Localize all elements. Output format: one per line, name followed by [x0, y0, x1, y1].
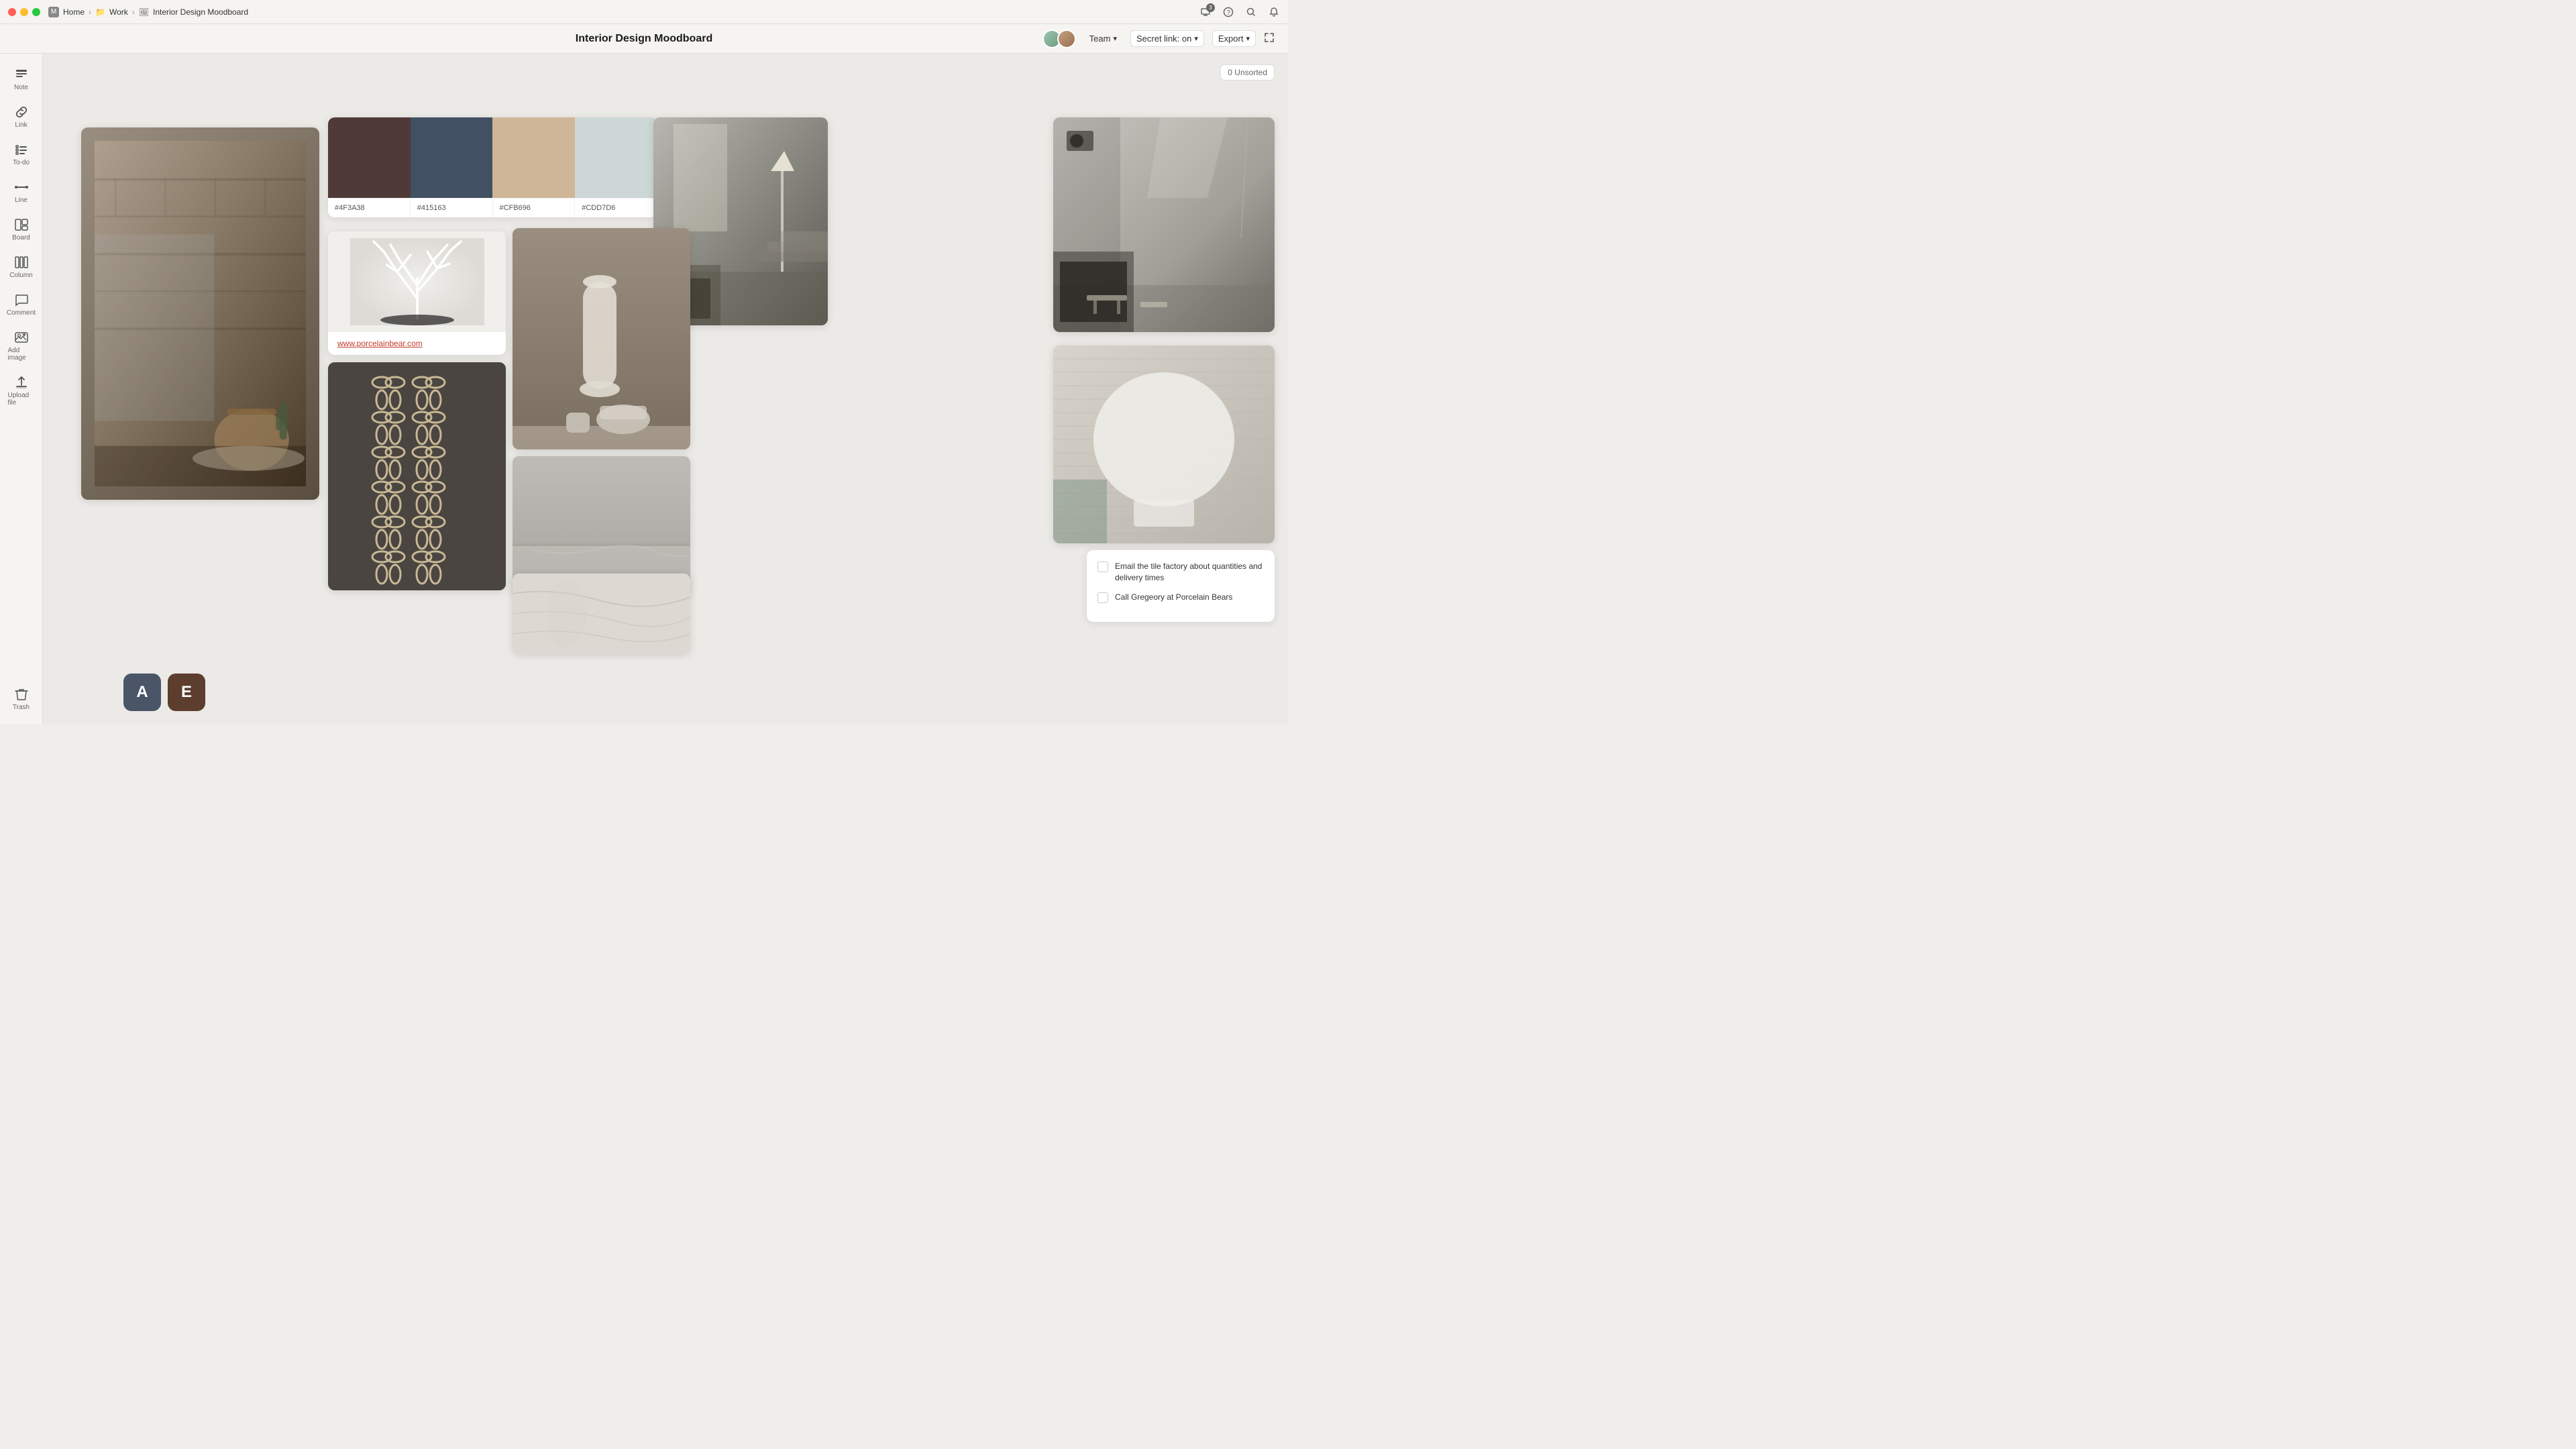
sidebar-label-link: Link [15, 121, 27, 129]
sidebar-label-note: Note [14, 84, 28, 91]
link-icon [14, 105, 29, 119]
screen-icon[interactable]: 3 [1199, 6, 1212, 18]
art-image [328, 231, 506, 332]
close-button[interactable] [8, 8, 16, 16]
palette-swatches [328, 117, 657, 198]
traffic-lights [8, 8, 40, 16]
note-icon [14, 67, 29, 82]
sidebar-label-add-image: Add image [8, 347, 35, 362]
vase-photo [513, 228, 690, 449]
stone-wall-photo [81, 127, 319, 500]
main-layout: Note Link To-do [0, 54, 1288, 724]
sidebar-item-note[interactable]: Note [4, 62, 39, 97]
sidebar-item-column[interactable]: Column [4, 250, 39, 284]
add-image-icon [14, 330, 29, 345]
large-concrete-photo [1053, 117, 1275, 332]
sidebar-item-board[interactable]: Board [4, 212, 39, 247]
sidebar-item-link[interactable]: Link [4, 99, 39, 134]
titlebar-actions: 3 ? [1199, 6, 1280, 18]
bell-icon[interactable] [1268, 6, 1280, 18]
sidebar-item-line[interactable]: Line [4, 174, 39, 209]
sidebar-item-comment[interactable]: Comment [4, 287, 39, 322]
topbar: Interior Design Moodboard Team ▾ Secret … [0, 24, 1288, 54]
sidebar-label-todo: To-do [13, 159, 30, 166]
swatch-4 [575, 117, 657, 198]
user-badges: A E [123, 674, 205, 711]
palette-labels: #4F3A38 #415163 #CFB696 #CDD7D6 [328, 198, 657, 217]
swatch-2 [411, 117, 493, 198]
app-icon: M [48, 7, 59, 17]
avatar-group [1042, 30, 1076, 48]
textile-photo [1053, 345, 1275, 543]
expand-icon[interactable] [1264, 32, 1275, 45]
swatch-1 [328, 117, 411, 198]
todo-checkbox-2[interactable] [1097, 592, 1108, 603]
todo-item-1: Email the tile factory about quantities … [1097, 561, 1264, 584]
search-icon[interactable] [1245, 6, 1257, 18]
chevron-down-icon: ▾ [1113, 34, 1117, 43]
breadcrumb-current: Interior Design Moodboard [153, 7, 248, 17]
chevron-down-icon: ▾ [1194, 34, 1198, 43]
swatch-3 [492, 117, 575, 198]
marble-photo [513, 574, 690, 654]
maximize-button[interactable] [32, 8, 40, 16]
svg-text:?: ? [1227, 9, 1231, 17]
todo-item-2: Call Gregeory at Porcelain Bears [1097, 592, 1264, 603]
line-icon [14, 180, 29, 195]
comment-icon [14, 292, 29, 307]
user-badge-e: E [168, 674, 205, 711]
link-card: www.porcelainbear.com [328, 231, 506, 355]
sidebar-item-add-image[interactable]: Add image [4, 325, 39, 367]
chain-photo [328, 362, 506, 590]
color-palette-card: #4F3A38 #415163 #CFB696 #CDD7D6 [328, 117, 657, 217]
todo-text-2: Call Gregeory at Porcelain Bears [1115, 592, 1232, 603]
chevron-down-icon: ▾ [1246, 34, 1250, 43]
breadcrumb-home[interactable]: Home [63, 7, 85, 17]
breadcrumb: M Home › 📁 Work › 🖼 Interior Design Mood… [48, 7, 248, 17]
link-url[interactable]: www.porcelainbear.com [328, 332, 506, 355]
breadcrumb-work[interactable]: Work [109, 7, 128, 17]
sidebar-item-todo[interactable]: To-do [4, 137, 39, 172]
swatch-label-2: #415163 [411, 199, 493, 217]
sidebar-label-line: Line [15, 197, 28, 204]
todo-checkbox-1[interactable] [1097, 561, 1108, 572]
team-button[interactable]: Team ▾ [1084, 31, 1122, 46]
todo-text-1: Email the tile factory about quantities … [1115, 561, 1264, 584]
todo-card: Email the tile factory about quantities … [1087, 550, 1275, 622]
sidebar-label-trash: Trash [13, 704, 30, 711]
unsorted-badge[interactable]: 0 Unsorted [1220, 64, 1275, 80]
sidebar: Note Link To-do [0, 54, 43, 724]
export-button[interactable]: Export ▾ [1212, 30, 1256, 47]
upload-icon [14, 375, 29, 390]
swatch-label-1: #4F3A38 [328, 199, 411, 217]
todo-icon [14, 142, 29, 157]
sidebar-label-upload-file: Upload file [8, 392, 35, 407]
sidebar-label-board: Board [12, 234, 30, 241]
sidebar-item-trash[interactable]: Trash [4, 682, 39, 716]
sidebar-label-comment: Comment [7, 309, 36, 317]
swatch-label-4: #CDD7D6 [575, 199, 657, 217]
screen-badge: 3 [1206, 3, 1215, 12]
swatch-label-3: #CFB696 [493, 199, 576, 217]
trash-icon [14, 687, 29, 702]
page-title: Interior Design Moodboard [576, 33, 712, 45]
secret-link-button[interactable]: Secret link: on ▾ [1130, 30, 1204, 47]
sidebar-item-upload-file[interactable]: Upload file [4, 370, 39, 412]
canvas: 0 Unsorted [43, 54, 1288, 724]
sidebar-label-column: Column [9, 272, 32, 279]
avatar-2 [1057, 30, 1076, 48]
titlebar: M Home › 📁 Work › 🖼 Interior Design Mood… [0, 0, 1288, 24]
user-badge-a: A [123, 674, 161, 711]
help-icon[interactable]: ? [1222, 6, 1234, 18]
board-icon [14, 217, 29, 232]
minimize-button[interactable] [20, 8, 28, 16]
topbar-actions: Team ▾ Secret link: on ▾ Export ▾ [1042, 30, 1275, 48]
column-icon [14, 255, 29, 270]
